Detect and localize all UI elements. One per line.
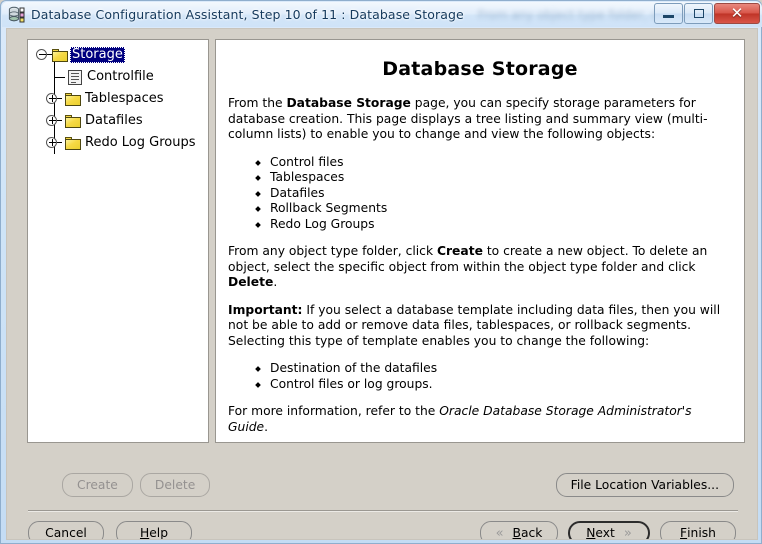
- back-button[interactable]: « Back: [480, 521, 558, 540]
- next-button[interactable]: Next »: [568, 521, 650, 540]
- change-list: Destination of the datafiles Control fil…: [228, 361, 732, 392]
- tree-node-controlfile[interactable]: Controlfile: [28, 66, 208, 88]
- tree-node-label: Storage: [70, 47, 125, 63]
- cd-bold-delete: Delete: [228, 275, 274, 289]
- maximize-icon: [693, 9, 704, 18]
- bottom-separator-highlight: [28, 511, 738, 512]
- maximize-button[interactable]: [684, 3, 713, 24]
- list-item: Destination of the datafiles: [270, 361, 732, 377]
- folder-icon: [65, 136, 81, 150]
- list-item: Tablespaces: [270, 170, 732, 186]
- important-paragraph: Important: If you select a database temp…: [228, 303, 732, 350]
- list-item: Control files or log groups.: [270, 377, 732, 393]
- list-item: Datafiles: [270, 186, 732, 202]
- cd-post: .: [273, 275, 278, 289]
- intro-paragraph: From the Database Storage page, you can …: [228, 96, 732, 143]
- cd-pre: From any object type folder, click: [228, 244, 437, 258]
- folder-icon: [65, 114, 81, 128]
- list-item: Control files: [270, 155, 732, 171]
- collapse-toggle-icon[interactable]: [36, 48, 52, 62]
- title-bar[interactable]: Database Configuration Assistant, Step 1…: [2, 2, 762, 27]
- tree-elbow-icon: [52, 66, 68, 88]
- delete-button[interactable]: Delete: [139, 473, 211, 497]
- cancel-button[interactable]: Cancel: [28, 521, 104, 539]
- intro-bold: Database Storage: [286, 96, 411, 110]
- tree-node-label: Tablespaces: [85, 91, 164, 106]
- dialog-client-area: Storage Controlfile Tablespaces Datafile…: [6, 28, 758, 540]
- chevron-right-icon: »: [623, 525, 632, 540]
- window-title: Database Configuration Assistant, Step 1…: [31, 7, 464, 22]
- expand-toggle-icon[interactable]: [46, 114, 62, 128]
- window-controls: ✕: [653, 3, 760, 24]
- tree-node-datafiles[interactable]: Datafiles: [28, 110, 208, 132]
- minimize-icon: [663, 14, 674, 18]
- folder-icon: [52, 48, 68, 62]
- tree-node-storage[interactable]: Storage: [28, 44, 208, 66]
- file-location-variables-wrap: File Location Variables...: [555, 473, 734, 497]
- list-item: Rollback Segments: [270, 201, 732, 217]
- close-button[interactable]: ✕: [714, 3, 760, 24]
- tree-node-redo-log-groups[interactable]: Redo Log Groups: [28, 132, 208, 154]
- tree-node-tablespaces[interactable]: Tablespaces: [28, 88, 208, 110]
- important-label: Important:: [228, 302, 303, 317]
- wizard-right-buttons: « Back Next » Finish: [480, 521, 736, 540]
- finish-mnemonic: F: [680, 525, 688, 540]
- next-label: Next: [586, 525, 615, 540]
- help-button[interactable]: Help: [116, 521, 192, 540]
- tree-node-label: Controlfile: [87, 69, 154, 84]
- tree-node-label: Datafiles: [85, 113, 143, 128]
- storage-object-tree[interactable]: Storage Controlfile Tablespaces Datafile…: [27, 39, 209, 443]
- back-label: Back: [512, 525, 543, 540]
- help-content-panel: Database Storage From the Database Stora…: [215, 39, 745, 443]
- folder-icon: [65, 92, 81, 106]
- file-location-variables-button[interactable]: File Location Variables...: [555, 473, 734, 497]
- object-action-buttons: Create Delete: [62, 473, 211, 497]
- expand-toggle-icon[interactable]: [46, 136, 62, 150]
- more-info-pre: For more information, refer to the: [228, 404, 440, 418]
- more-info-post: .: [264, 419, 269, 434]
- help-mnemonic: H: [139, 525, 150, 540]
- application-window: Database Configuration Assistant, Step 1…: [0, 0, 762, 544]
- chevron-left-icon: «: [495, 525, 504, 540]
- cd-bold-create: Create: [436, 244, 483, 258]
- create-button[interactable]: Create: [62, 473, 133, 497]
- close-icon: ✕: [730, 4, 744, 22]
- wizard-left-buttons: Cancel Help: [28, 521, 192, 540]
- finish-label-rest: inish: [687, 525, 716, 540]
- tree-node-label: Redo Log Groups: [85, 135, 196, 150]
- finish-button[interactable]: Finish: [660, 521, 736, 540]
- important-text: If you select a database template includ…: [228, 302, 721, 348]
- object-list: Control files Tablespaces Datafiles Roll…: [228, 155, 732, 233]
- help-label-rest: elp: [149, 525, 169, 540]
- create-delete-paragraph: From any object type folder, click Creat…: [228, 244, 732, 291]
- list-item: Redo Log Groups: [270, 217, 732, 233]
- database-assistant-icon: [8, 6, 25, 23]
- minimize-button[interactable]: [654, 3, 683, 24]
- controlfile-icon: [68, 69, 82, 85]
- expand-toggle-icon[interactable]: [46, 92, 62, 106]
- page-title: Database Storage: [382, 58, 578, 80]
- more-info-paragraph: For more information, refer to the Oracl…: [228, 404, 732, 435]
- intro-pre: From the: [228, 96, 287, 110]
